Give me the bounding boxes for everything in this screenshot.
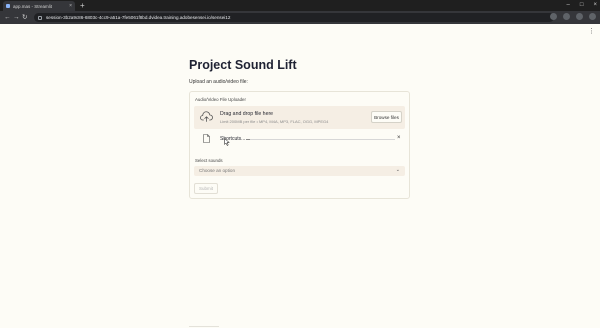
browser-tab[interactable]: app.mas - Streamlit × bbox=[3, 1, 75, 11]
mouse-cursor-icon bbox=[224, 138, 230, 146]
profile-avatar-icon[interactable] bbox=[576, 13, 583, 20]
reload-icon[interactable]: ↻ bbox=[22, 14, 27, 21]
toolbar-icons bbox=[550, 13, 596, 20]
browser-menu-icon[interactable] bbox=[589, 13, 596, 20]
tab-close-icon[interactable]: × bbox=[69, 3, 72, 9]
page-subtitle: Upload an audio/video file: bbox=[189, 79, 248, 85]
browser-tab-bar: app.mas - Streamlit × + – □ × bbox=[0, 0, 600, 11]
browser-toolbar: ← → ↻ session-3b2a9c86-6803c-4cc9-a51a-7… bbox=[0, 11, 600, 24]
browse-files-button[interactable]: Browse files bbox=[371, 111, 402, 123]
upload-progress-bar bbox=[246, 139, 395, 140]
cloud-upload-icon bbox=[200, 111, 213, 122]
download-icon[interactable] bbox=[550, 13, 557, 20]
url-text: session-3b2a9c86-6803c-4cc9-a51a-7fe5061… bbox=[46, 15, 231, 20]
lock-icon bbox=[38, 15, 42, 20]
chevron-down-icon: ⌄ bbox=[395, 167, 400, 173]
select-sounds-label: Select sounds bbox=[195, 158, 223, 163]
footer-divider bbox=[189, 326, 219, 327]
favicon-icon bbox=[6, 4, 10, 8]
page-title: Project Sound Lift bbox=[189, 58, 297, 72]
uploader-label: Audio/Video File Uploader bbox=[195, 97, 246, 102]
file-dropzone[interactable]: Drag and drop file here Limit 200MB per … bbox=[194, 106, 405, 129]
forward-icon[interactable]: → bbox=[13, 14, 20, 21]
select-sounds-dropdown[interactable]: Choose an option ⌄ bbox=[194, 166, 405, 176]
back-icon[interactable]: ← bbox=[4, 14, 11, 21]
bookmark-icon[interactable] bbox=[563, 13, 570, 20]
uploader-card: Audio/Video File Uploader Drag and drop … bbox=[189, 91, 410, 199]
remove-file-icon[interactable]: × bbox=[397, 135, 401, 141]
select-placeholder: Choose an option bbox=[199, 168, 236, 173]
tab-title: app.mas - Streamlit bbox=[13, 3, 53, 9]
uploaded-file-row: Shortcuts... × bbox=[194, 133, 405, 147]
maximize-icon[interactable]: □ bbox=[580, 2, 584, 8]
dropzone-hint: Limit 200MB per file • MP4, M4A, MP3, FL… bbox=[220, 119, 329, 124]
upload-progress-fill bbox=[246, 139, 251, 140]
address-bar[interactable]: session-3b2a9c86-6803c-4cc9-a51a-7fe5061… bbox=[34, 13, 554, 22]
close-window-icon[interactable]: × bbox=[593, 2, 597, 8]
submit-button[interactable]: Submit bbox=[194, 183, 218, 194]
minimize-icon[interactable]: – bbox=[567, 2, 570, 8]
dropzone-text: Drag and drop file here bbox=[220, 111, 274, 117]
app-menu-icon[interactable]: ⋮ bbox=[588, 28, 595, 35]
file-icon bbox=[203, 134, 210, 143]
window-controls: – □ × bbox=[567, 2, 597, 8]
new-tab-button[interactable]: + bbox=[80, 1, 85, 10]
